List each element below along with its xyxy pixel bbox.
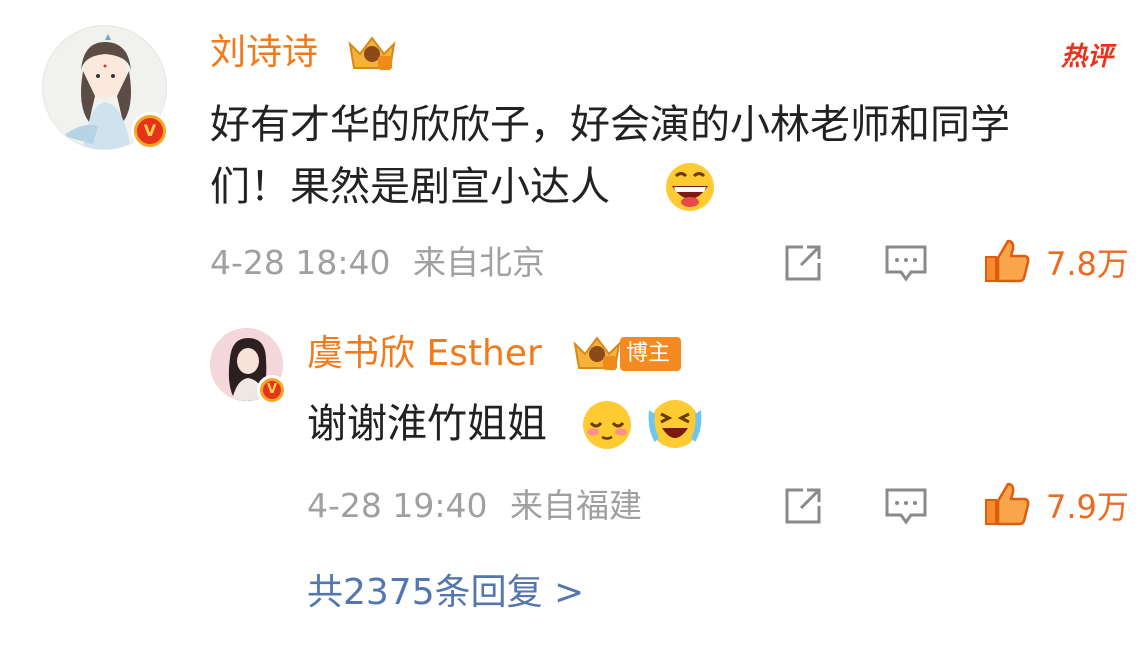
vip-crown-icon: [569, 332, 625, 374]
reply-text: 谢谢淮竹姐姐: [307, 401, 547, 447]
view-more-replies-link[interactable]: 共2375条回复 >: [307, 570, 584, 616]
comment-location: 来自北京: [413, 243, 545, 282]
comment-text-line2: 们！果然是剧宣小达人: [210, 164, 610, 210]
comment-time: 4-28 18:40: [210, 243, 391, 282]
reply-time: 4-28 19:40: [307, 486, 488, 525]
share-icon[interactable]: [783, 486, 825, 526]
verified-v-icon: V: [131, 112, 169, 150]
like-count: 7.8万: [1046, 245, 1129, 283]
commenter-name[interactable]: 刘诗诗: [210, 30, 318, 76]
hot-comment-badge: 热评: [1061, 42, 1114, 72]
shy-emoji: [580, 399, 634, 451]
vip-crown-icon: [344, 32, 400, 74]
replier-name[interactable]: 虞书欣 Esther: [307, 331, 542, 377]
verified-v-icon: V: [257, 375, 287, 405]
reply-location: 来自福建: [510, 486, 642, 525]
laugh-cry-emoji: [645, 396, 705, 452]
comment-icon[interactable]: [884, 487, 928, 527]
like-icon[interactable]: [983, 481, 1031, 527]
share-icon[interactable]: [783, 243, 825, 283]
grin-emoji: [664, 162, 716, 212]
like-count: 7.9万: [1046, 488, 1129, 526]
comment-icon[interactable]: [884, 244, 928, 284]
comment-text-line1: 好有才华的欣欣子，好会演的小林老师和同学: [210, 102, 1010, 148]
blogger-badge: 博主: [620, 337, 681, 371]
like-icon[interactable]: [983, 238, 1031, 284]
